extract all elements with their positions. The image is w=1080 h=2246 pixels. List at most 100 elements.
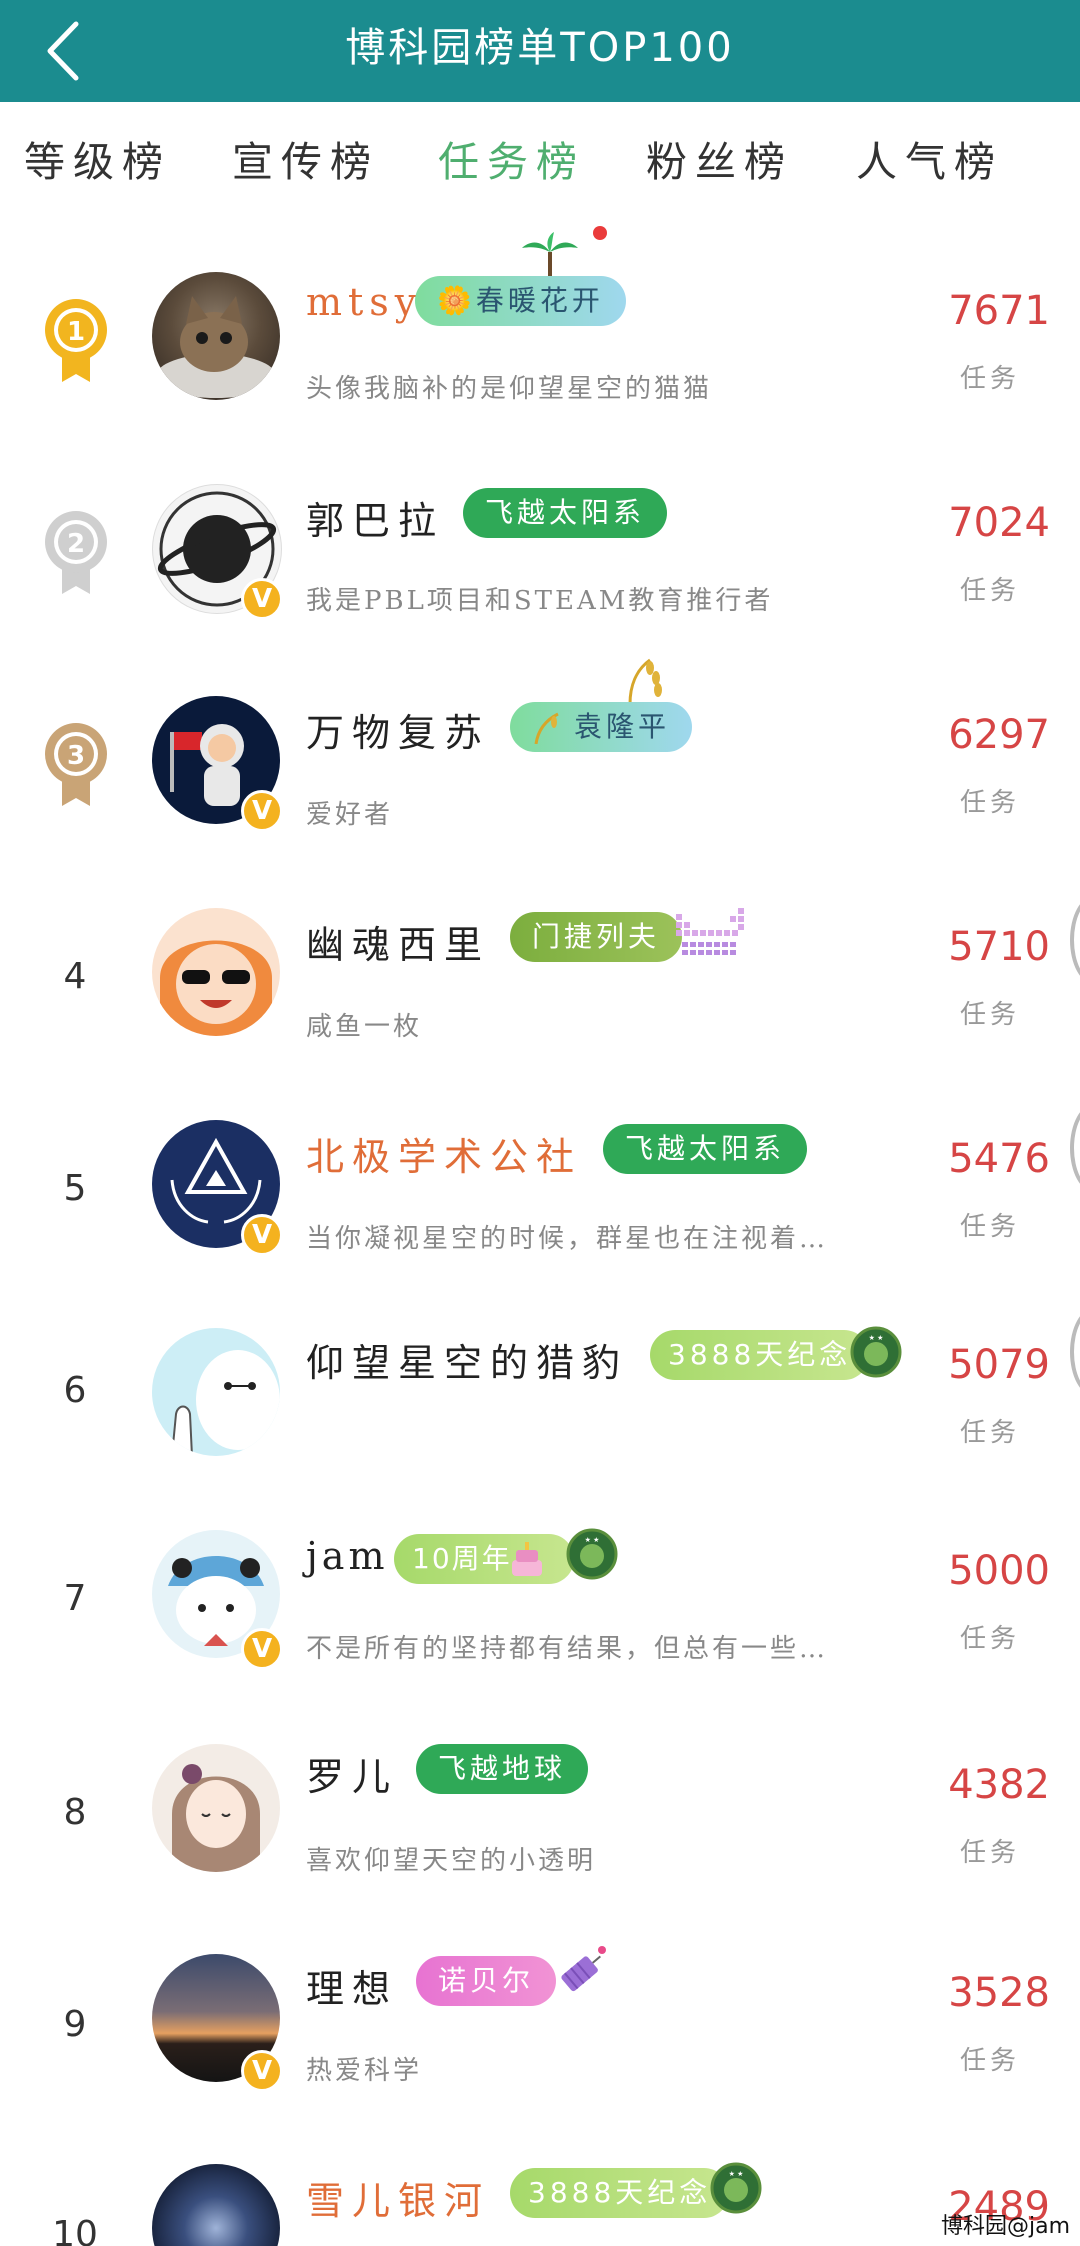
rice-plant-icon	[628, 658, 662, 704]
tab-task[interactable]: 任务榜	[438, 128, 585, 188]
girl-avatar-icon	[172, 1764, 260, 1872]
score-unit: 任务	[959, 1418, 1020, 1448]
list-item[interactable]: 5 V 北极学术公社 飞越太阳系 当你凝视星空的时候，群星也在注视着… 5476…	[0, 1080, 1080, 1292]
signature: 爱好者	[306, 800, 394, 830]
score-unit: 任务	[959, 1838, 1020, 1868]
commemorative-emblem-icon: ★ ★	[566, 1528, 618, 1580]
task-score: 7671	[948, 288, 1050, 334]
silver-medal-icon: 2	[45, 511, 107, 594]
commemorative-emblem-icon: ★ ★	[850, 1326, 902, 1378]
tab-fans[interactable]: 粉丝榜	[646, 128, 793, 188]
verified-badge: V	[241, 790, 283, 832]
verified-badge: V	[241, 578, 283, 620]
signature: 我是PBL项目和STEAM教育推行者	[306, 586, 774, 616]
score-unit: 任务	[959, 1000, 1020, 1030]
title-badge: 飞越地球	[416, 1744, 589, 1794]
username[interactable]: 幽魂西里	[306, 914, 490, 969]
score-unit: 任务	[959, 364, 1020, 394]
score-unit: 任务	[959, 576, 1020, 606]
list-item[interactable]: 4 幽魂西里 门捷列夫 咸鱼一枚 5710 任务	[0, 868, 1080, 1080]
title-badge: 飞越太阳系	[463, 488, 668, 538]
list-item[interactable]: 6 仰望星空的猎豹 3888天纪念 ★ ★ 5079 任务	[0, 1292, 1080, 1504]
task-score: 7024	[948, 500, 1050, 546]
anime-avatar-icon	[160, 940, 272, 1036]
verified-badge: V	[241, 1628, 283, 1670]
tab-popularity[interactable]: 人气榜	[856, 128, 1003, 188]
cat-avatar-icon	[156, 296, 276, 398]
svg-text:3: 3	[67, 741, 85, 771]
tab-promotion[interactable]: 宣传榜	[232, 128, 379, 188]
avatar[interactable]	[152, 272, 280, 400]
page-title: 博科园榜单TOP100	[345, 25, 735, 71]
edge-button	[1070, 896, 1080, 984]
list-item[interactable]: 7 V jam 10周年 ★ ★ 不是所有的坚持都有结果，但总有一些… 5000…	[0, 1504, 1080, 1716]
task-score: 5079	[948, 1342, 1050, 1388]
verified-badge: V	[241, 1214, 283, 1256]
username[interactable]: 万物复苏	[306, 702, 490, 757]
svg-text:★ ★: ★ ★	[869, 1334, 884, 1342]
avatar[interactable]	[152, 908, 280, 1036]
list-item[interactable]: 3 V 万物复苏 袁隆平 爱好者 6297 任务	[0, 656, 1080, 868]
cake-icon	[512, 1542, 542, 1576]
username[interactable]: 罗儿	[306, 1746, 398, 1801]
title-badge: 10周年	[394, 1534, 574, 1584]
username[interactable]: 北极学术公社	[306, 1126, 582, 1181]
avatar[interactable]	[152, 2164, 280, 2246]
list-item[interactable]: 2 V 郭巴拉 飞越太阳系 我是PBL项目和STEAM教育推行者 7024 任务	[0, 444, 1080, 656]
list-item[interactable]: 1 mtsy 🌼春暖花开 头像我脑补的是仰望星空的猫猫 7671 任务	[0, 232, 1080, 444]
title-badge: 3888天纪念	[650, 1330, 870, 1380]
baymax-avatar-icon	[170, 1350, 280, 1456]
username[interactable]: 郭巴拉	[306, 490, 444, 545]
edge-button	[1070, 1308, 1080, 1396]
task-score: 5476	[948, 1136, 1050, 1182]
task-score: 5710	[948, 924, 1050, 970]
score-unit: 任务	[959, 1212, 1020, 1242]
title-badge: 3888天纪念	[510, 2168, 730, 2218]
bronze-medal-icon: 3	[45, 723, 107, 806]
task-score: 6297	[948, 712, 1050, 758]
title-badge: 飞越太阳系	[603, 1124, 808, 1174]
rank-number: 8	[63, 1792, 87, 1833]
rank-number: 6	[63, 1370, 87, 1411]
commemorative-emblem-icon: ★ ★	[710, 2162, 762, 2214]
dynamite-icon	[561, 1946, 606, 1992]
score-unit: 任务	[959, 1624, 1020, 1654]
username[interactable]: jam	[306, 1534, 388, 1578]
task-score: 4382	[948, 1762, 1050, 1808]
username[interactable]: mtsy	[306, 280, 422, 324]
username[interactable]: 仰望星空的猎豹	[306, 1332, 628, 1387]
list-item[interactable]: 9 V 理想 诺贝尔 热爱科学 3528 任务	[0, 1928, 1080, 2140]
signature: 热爱科学	[306, 2056, 423, 2086]
rank-number: 5	[63, 1168, 87, 1209]
rank-number: 10	[52, 2214, 98, 2246]
username[interactable]: 雪儿银河	[306, 2170, 490, 2225]
list-item[interactable]: 8 罗儿 飞越地球 喜欢仰望天空的小透明 4382 任务	[0, 1716, 1080, 1928]
svg-text:★ ★: ★ ★	[585, 1536, 600, 1544]
score-unit: 任务	[959, 788, 1020, 818]
periodic-table-icon	[676, 908, 744, 955]
rice-icon	[534, 712, 559, 744]
title-badge: 🌼春暖花开	[415, 276, 626, 326]
rank-number: 9	[63, 2004, 87, 2045]
score-unit: 任务	[959, 2046, 1020, 2076]
task-score: 5000	[948, 1548, 1050, 1594]
svg-text:1: 1	[67, 317, 85, 347]
tab-level[interactable]: 等级榜	[24, 128, 171, 188]
list-item[interactable]: 10 雪儿银河 3888天纪念 ★ ★ 2489	[0, 2140, 1080, 2246]
rank-number: 4	[63, 956, 87, 997]
verified-badge: V	[241, 2050, 283, 2092]
title-badge: 诺贝尔	[416, 1956, 557, 2006]
gold-medal-icon: 1	[45, 299, 107, 382]
avatar[interactable]	[152, 1328, 280, 1456]
signature: 头像我脑补的是仰望星空的猫猫	[306, 374, 713, 404]
signature: 喜欢仰望天空的小透明	[306, 1846, 597, 1876]
header-bar: 博科园榜单TOP100	[0, 0, 1080, 102]
title-badge: 门捷列夫	[510, 912, 683, 962]
svg-text:2: 2	[67, 529, 85, 559]
signature: 当你凝视星空的时候，群星也在注视着…	[306, 1224, 829, 1254]
rank-number: 7	[63, 1578, 87, 1619]
avatar[interactable]	[152, 1744, 280, 1872]
username[interactable]: 理想	[306, 1958, 398, 2013]
task-score: 3528	[948, 1970, 1050, 2016]
svg-text:★ ★: ★ ★	[729, 2170, 744, 2178]
